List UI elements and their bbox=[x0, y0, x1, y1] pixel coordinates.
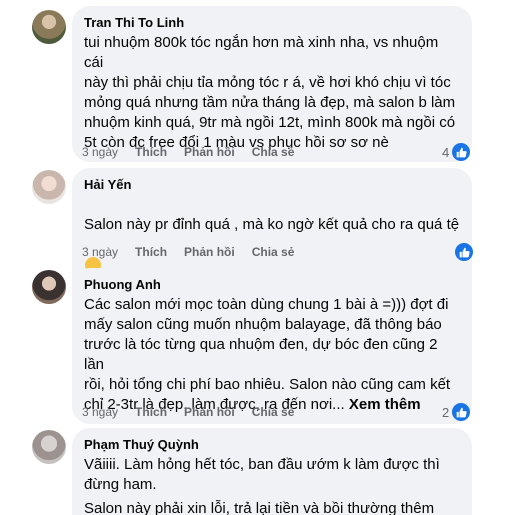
avatar[interactable] bbox=[32, 170, 66, 204]
comment-author[interactable]: Phạm Thuý Quỳnh bbox=[84, 436, 460, 453]
like-button[interactable]: Thích bbox=[135, 404, 167, 420]
comment-actions: 3 ngày Thích Phản hồi Chia sẻ bbox=[82, 144, 311, 160]
comment-actions: 3 ngày Thích Phản hồi Chia sẻ bbox=[82, 404, 311, 420]
avatar[interactable] bbox=[32, 270, 66, 304]
like-reaction-icon bbox=[455, 243, 473, 261]
comment-author[interactable]: Hải Yến bbox=[84, 176, 460, 193]
comment-text-continued: Salon này phải xin lỗi, trả lại tiền và … bbox=[84, 500, 435, 515]
like-button[interactable]: Thích bbox=[135, 144, 167, 160]
avatar[interactable] bbox=[32, 430, 66, 464]
comment-text: Vãiiii. Làm hỏng hết tóc, ban đầu ướm k … bbox=[84, 456, 440, 493]
comment-time[interactable]: 3 ngày bbox=[82, 404, 118, 420]
comment-time[interactable]: 3 ngày bbox=[82, 144, 118, 160]
avatar[interactable] bbox=[32, 10, 66, 44]
comment-text: Các salon mới mọc toàn dùng chung 1 bài … bbox=[84, 295, 460, 415]
share-button[interactable]: Chia sẻ bbox=[252, 244, 295, 260]
comment-bubble: Phạm Thuý Quỳnh Vãiiii. Làm hỏng hết tóc… bbox=[72, 428, 472, 515]
reaction-summary[interactable]: 2 bbox=[442, 403, 471, 421]
comment-author[interactable]: Phuong Anh bbox=[84, 276, 460, 293]
comment-author[interactable]: Tran Thi To Linh bbox=[84, 14, 460, 31]
like-reaction-icon bbox=[452, 143, 471, 161]
share-button[interactable]: Chia sẻ bbox=[252, 144, 295, 160]
reply-button[interactable]: Phản hồi bbox=[184, 144, 235, 160]
comment-actions: 3 ngày Thích Phản hồi Chia sẻ bbox=[82, 244, 311, 260]
comment-time[interactable]: 3 ngày bbox=[82, 244, 118, 260]
like-button[interactable]: Thích bbox=[135, 244, 167, 260]
reaction-summary[interactable] bbox=[455, 243, 473, 261]
like-reaction-icon bbox=[452, 403, 471, 421]
comment-bubble: Tran Thi To Linh tui nhuộm 800k tóc ngắn… bbox=[72, 6, 472, 162]
comment-text-line: Salon này pr đỉnh quá , mà ko ngờ kết qu… bbox=[84, 216, 460, 233]
reaction-count: 2 bbox=[442, 404, 450, 420]
reaction-count: 4 bbox=[442, 144, 450, 160]
reply-button[interactable]: Phản hồi bbox=[184, 404, 235, 420]
see-more-link[interactable]: Xem thêm bbox=[349, 396, 421, 413]
reply-button[interactable]: Phản hồi bbox=[184, 244, 235, 260]
comment-text: tui nhuộm 800k tóc ngắn hơn mà xinh nha,… bbox=[84, 34, 456, 151]
share-button[interactable]: Chia sẻ bbox=[252, 404, 295, 420]
comment-bubble: Phuong Anh Các salon mới mọc toàn dùng c… bbox=[72, 268, 472, 424]
reaction-summary[interactable]: 4 bbox=[442, 143, 471, 161]
